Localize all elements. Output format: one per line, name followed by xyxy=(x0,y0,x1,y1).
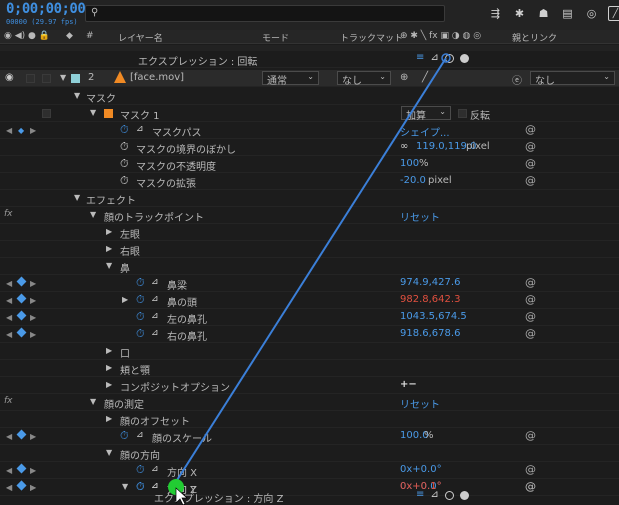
pickwhip-line xyxy=(171,57,447,489)
pickwhip-drag-overlay xyxy=(168,53,451,505)
